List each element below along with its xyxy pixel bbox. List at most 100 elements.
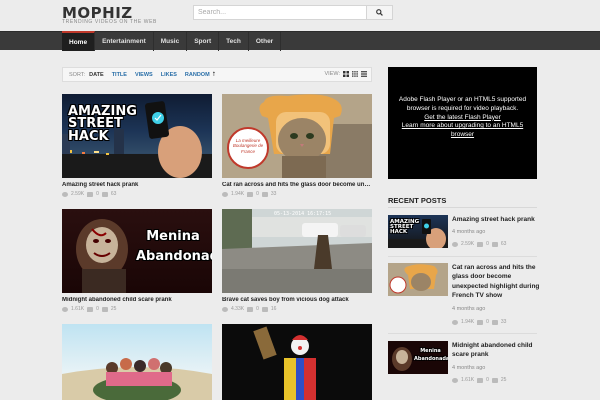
comment-icon	[477, 319, 484, 325]
search-icon	[376, 9, 383, 16]
video-meta: 4.33K 0 16	[222, 306, 372, 312]
thumbnail-caption: AMAZING STREET HACK	[390, 219, 420, 236]
view-count: 2.59K	[461, 241, 475, 247]
recent-post[interactable]: Menina Abandonada Midnight abandoned chi…	[388, 341, 538, 391]
beach-group-image	[62, 358, 212, 400]
like-count: 33	[270, 191, 277, 197]
video-title[interactable]: Midnight abandoned child scare prank	[62, 297, 212, 303]
video-card[interactable]: La meilleure Boulangerie de France Cat r…	[222, 94, 372, 197]
comment-count: 0	[96, 306, 99, 312]
recent-post-meta: 1.61K 0 25	[452, 377, 506, 383]
video-thumbnail[interactable]: 05-13-2014 16:17:15	[222, 209, 372, 293]
view-count: 1.61K	[71, 306, 85, 312]
sort-option-date[interactable]: DATE	[89, 72, 104, 78]
recent-post[interactable]: Cat ran across and hits the glass door b…	[388, 263, 540, 331]
eye-icon	[222, 191, 228, 197]
recent-post[interactable]: AMAZING STREET HACK Amazing street hack …	[388, 215, 538, 257]
nav-item-other[interactable]: Other	[249, 32, 282, 51]
video-meta: 1.94K 0 33	[222, 191, 372, 197]
like-count: 63	[500, 241, 507, 247]
eye-icon	[222, 306, 228, 312]
recent-post-thumbnail[interactable]	[388, 263, 448, 296]
comment-icon	[247, 306, 254, 312]
nav-item-sport[interactable]: Sport	[187, 32, 220, 51]
cat-bread-image	[389, 264, 438, 294]
comment-icon	[477, 241, 484, 247]
video-card[interactable]: AMAZING STREET HACK Amazing street hack …	[62, 94, 212, 197]
clown-image	[253, 326, 316, 400]
main-nav: Home Entertainment Music Sport Tech Othe…	[0, 31, 600, 51]
comment-count: 0	[486, 241, 489, 247]
video-thumbnail[interactable]: La meilleure Boulangerie de France	[222, 94, 372, 178]
view-count: 2.59K	[71, 191, 85, 197]
sort-option-views[interactable]: VIEWS	[135, 72, 153, 78]
divider	[388, 256, 537, 257]
video-meta: 2.59K 0 63	[62, 191, 212, 197]
sort-option-title[interactable]: TITLE	[112, 72, 127, 78]
nav-item-music[interactable]: Music	[154, 32, 188, 51]
nav-item-entertainment[interactable]: Entertainment	[95, 32, 154, 51]
video-thumbnail[interactable]	[62, 324, 212, 400]
flash-required-text: Adobe Flash Player or an HTML5 supported…	[398, 96, 527, 112]
view-count: 1.94K	[461, 319, 475, 325]
small-grid-view-icon[interactable]	[352, 71, 358, 77]
recent-post-thumbnail[interactable]: Menina Abandonada	[388, 341, 448, 374]
thumbs-up-icon	[261, 191, 268, 197]
video-thumbnail[interactable]: AMAZING STREET HACK	[62, 94, 212, 178]
sort-option-random[interactable]: RANDOM	[185, 72, 210, 78]
view-count: 1.94K	[231, 191, 245, 197]
eye-icon	[452, 319, 458, 325]
thumbnail-caption: La meilleure Boulangerie de France	[232, 138, 264, 154]
video-thumbnail[interactable]	[222, 324, 372, 400]
thumbnail-caption: Menina Abandonada	[136, 229, 212, 264]
search-button[interactable]	[367, 5, 393, 20]
get-flash-link[interactable]: Get the latest Flash Player	[394, 114, 531, 123]
recent-post-date: 4 months ago	[452, 229, 486, 235]
search-input[interactable]	[193, 5, 367, 20]
eye-icon	[62, 191, 68, 197]
eye-icon	[452, 241, 458, 247]
cat-bread-image	[222, 94, 372, 178]
nav-item-tech[interactable]: Tech	[219, 32, 249, 51]
video-title[interactable]: Amazing street hack prank	[62, 182, 212, 188]
eye-icon	[62, 306, 68, 312]
video-card[interactable]: Menina Abandonada Midnight abandoned chi…	[62, 209, 212, 312]
video-title[interactable]: Cat ran across and hits the glass door b…	[222, 182, 372, 188]
sort-arrow-up-icon[interactable]: 🠕	[213, 70, 216, 80]
comment-count: 0	[96, 191, 99, 197]
recent-post-title[interactable]: Cat ran across and hits the glass door b…	[452, 263, 540, 301]
like-count: 16	[270, 306, 277, 312]
video-card[interactable]: 05-13-2014 16:17:15 Brave cat saves boy …	[222, 209, 372, 312]
grid-view-icon[interactable]	[343, 71, 349, 77]
list-view-icon[interactable]	[361, 71, 367, 77]
upgrade-html5-link[interactable]: Learn more about upgrading to an HTML5 b…	[394, 122, 531, 140]
thumbnail-caption: AMAZING STREET HACK	[68, 104, 137, 144]
divider	[388, 333, 537, 334]
thumbs-up-icon	[491, 241, 498, 247]
thumbs-up-icon	[491, 319, 498, 325]
video-thumbnail[interactable]: Menina Abandonada	[62, 209, 212, 293]
sort-label: SORT:	[69, 71, 86, 78]
site-header: MOPHIZ TRENDING VIDEOS ON THE WEB	[0, 0, 600, 31]
view-count: 4.33K	[231, 306, 245, 312]
thumbs-up-icon	[491, 377, 498, 383]
sort-option-likes[interactable]: LIKES	[161, 72, 177, 78]
view-switcher: VIEW:	[325, 71, 367, 77]
recent-post-thumbnail[interactable]: AMAZING STREET HACK	[388, 215, 448, 248]
comment-icon	[87, 306, 94, 312]
video-meta: 1.61K 0 25	[62, 306, 212, 312]
recent-post-date: 4 months ago	[452, 365, 486, 371]
search-bar	[193, 5, 393, 20]
sort-bar: SORT: DATE TITLE VIEWS LIKES RANDOM 🠕 VI…	[62, 67, 372, 82]
video-card[interactable]	[222, 324, 372, 400]
thumbs-up-icon	[101, 306, 108, 312]
nav-item-home[interactable]: Home	[62, 31, 96, 51]
view-count: 1.61K	[461, 377, 475, 383]
video-card[interactable]	[62, 324, 212, 400]
recent-post-date: 4 months ago	[452, 306, 486, 312]
recent-post-title[interactable]: Midnight abandoned child scare prank	[452, 341, 540, 360]
video-title[interactable]: Brave cat saves boy from vicious dog att…	[222, 297, 372, 303]
comment-count: 0	[486, 319, 489, 325]
driveway-cam-image	[222, 209, 372, 293]
recent-post-title[interactable]: Amazing street hack prank	[452, 215, 540, 224]
